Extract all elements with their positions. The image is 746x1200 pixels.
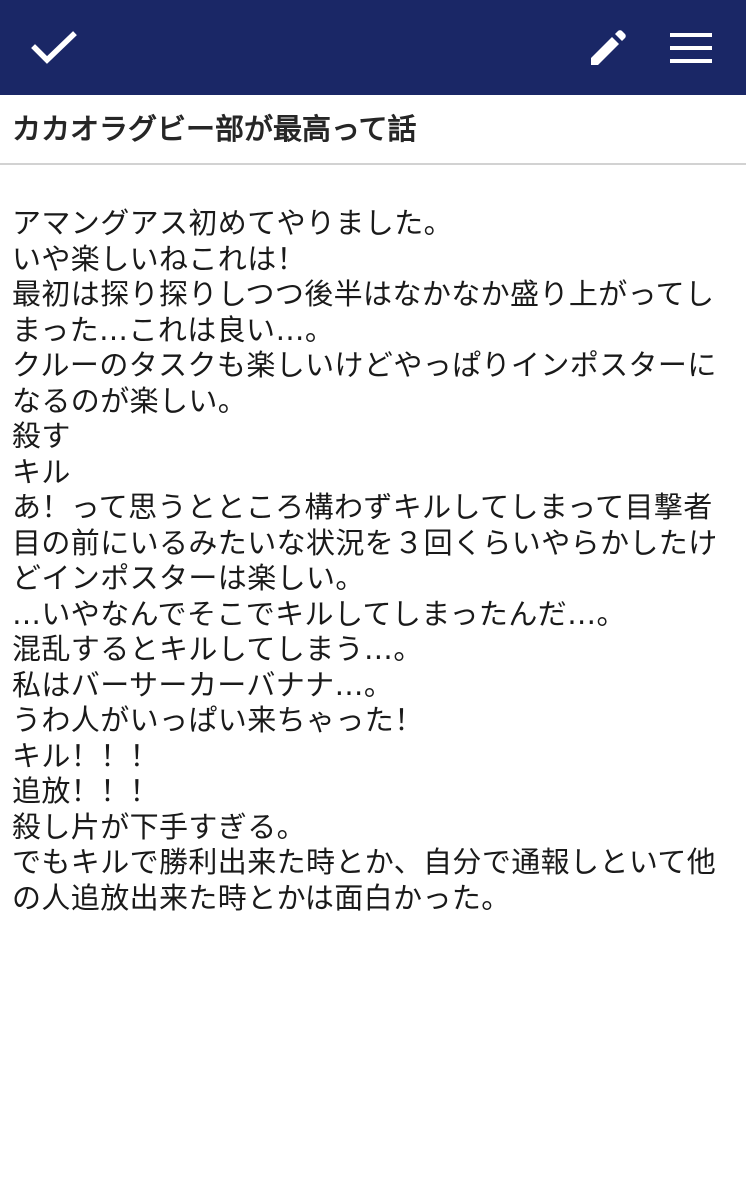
top-toolbar (0, 0, 746, 95)
check-icon (31, 30, 77, 64)
note-body[interactable]: アマングアス初めてやりました。 いや楽しいねこれは！ 最初は探り探りしつつ後半は… (12, 206, 734, 916)
note-line: あ！って思うとところ構わずキルしてしまって目撃者 (12, 490, 713, 524)
note-line: アマングアス初めてやりました。 (12, 206, 454, 240)
note-line: 最初は探り探りしつつ後半はなかなか盛り上がってし (12, 277, 715, 311)
note-line: でもキルで勝利出来た時とか、自分で通報しといて他 (12, 845, 717, 879)
note-line: 目の前にいるみたいな状況を３回くらいやらかしたけ (12, 525, 718, 560)
pencil-icon (591, 29, 626, 65)
note-line: なるのが楽しい。 (12, 383, 248, 418)
note-title[interactable]: カカオラグビー部が最高って話 (12, 109, 417, 149)
confirm-button[interactable] (18, 0, 90, 95)
note-line: クルーのタスクも楽しいけどやっぱりインポスターに (12, 348, 717, 382)
note-line: キル！！！ (12, 738, 160, 773)
note-line: 追放！！！ (12, 774, 160, 808)
note-line: キル (12, 454, 71, 489)
note-line: 混乱するとキルしてしまう…。 (12, 632, 423, 666)
note-line: どインポスターは楽しい。 (12, 561, 365, 595)
note-line: 私はバーサーカーバナナ…。 (12, 667, 394, 702)
note-line: …いやなんでそこでキルしてしまったんだ…。 (12, 596, 626, 631)
menu-button[interactable] (654, 0, 728, 95)
note-line: 殺し片が下手すぎる。 (12, 809, 307, 844)
note-line: まった…これは良い…。 (12, 312, 335, 347)
hamburger-menu-icon (670, 32, 712, 63)
edit-button[interactable] (572, 0, 644, 95)
note-line: うわ人がいっぱい来ちゃった！ (12, 703, 424, 737)
note-line: いや楽しいねこれは！ (12, 241, 307, 276)
note-line: 殺す (12, 419, 71, 453)
note-title-bar: カカオラグビー部が最高って話 (0, 95, 746, 165)
note-line: の人追放出来た時とかは面白かった。 (12, 880, 511, 915)
